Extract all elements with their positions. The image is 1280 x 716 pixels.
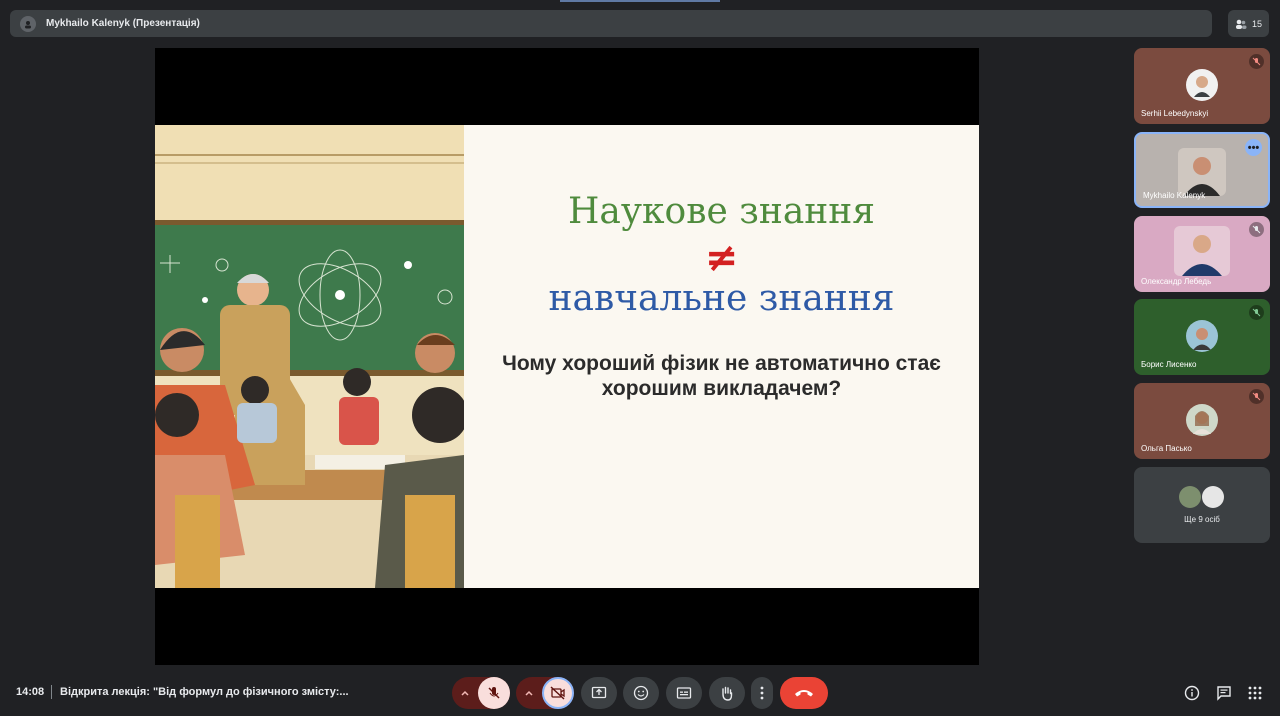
- people-icon: [1235, 19, 1247, 29]
- participant-name: Борис Лисенко: [1141, 360, 1197, 369]
- chat-button[interactable]: [1215, 684, 1233, 702]
- screen-share-indicator: [560, 0, 720, 2]
- participant-tile[interactable]: Serhii Lebedynskyi: [1134, 48, 1270, 124]
- hand-icon: [722, 686, 733, 701]
- info-icon: [1184, 685, 1200, 701]
- video-feed: [1178, 148, 1226, 196]
- slide-question: Чому хороший фізик не автоматично стає х…: [502, 352, 941, 400]
- presenter-avatar: [20, 15, 36, 32]
- camera-toggle-button[interactable]: [542, 677, 574, 709]
- participant-tile-active[interactable]: ••• Mykhailo Kalenyk: [1134, 132, 1270, 208]
- participant-tile[interactable]: Ольга Пасько: [1134, 383, 1270, 459]
- avatar: [1179, 486, 1201, 508]
- more-participants-tile[interactable]: Ще 9 осіб: [1134, 467, 1270, 543]
- present-screen-icon: [591, 686, 607, 699]
- participant-name: Mykhailo Kalenyk: [1143, 191, 1206, 200]
- presenter-title: Mykhailo Kalenyk (Презентація): [46, 18, 200, 29]
- avatar: [1202, 486, 1224, 508]
- chevron-up-icon: [525, 690, 533, 696]
- meeting-info-button[interactable]: [1183, 684, 1201, 702]
- activities-button[interactable]: [1246, 684, 1264, 702]
- bottom-bar: 14:08 Відкрита лекція: "Від формул до фі…: [0, 670, 1280, 716]
- participant-tile[interactable]: Борис Лисенко: [1134, 299, 1270, 375]
- presentation-header: Mykhailo Kalenyk (Презентація): [10, 10, 1212, 37]
- participant-count: 15: [1251, 18, 1262, 29]
- clock: 14:08: [16, 686, 45, 698]
- mic-off-icon: [488, 687, 500, 699]
- captions-icon: [676, 687, 692, 699]
- participant-tile[interactable]: Олександр Лебедь: [1134, 216, 1270, 292]
- more-participants-label: Ще 9 осіб: [1184, 515, 1220, 524]
- chat-icon: [1217, 686, 1231, 701]
- more-options-button[interactable]: [751, 677, 773, 709]
- mic-off-icon: [1249, 54, 1264, 69]
- participant-name: Олександр Лебедь: [1141, 277, 1212, 286]
- participants-button[interactable]: 15: [1228, 10, 1269, 37]
- chevron-up-icon: [461, 690, 469, 696]
- reactions-button[interactable]: [623, 677, 659, 709]
- apps-grid-icon: [1248, 686, 1262, 700]
- emoji-icon: [633, 685, 649, 701]
- leave-call-button[interactable]: [780, 677, 828, 709]
- avatar: [1186, 320, 1218, 352]
- slide-text-area: Наукове знання ≠ навчальне знання Чому х…: [464, 125, 979, 588]
- slide: Наукове знання ≠ навчальне знання Чому х…: [155, 125, 979, 588]
- divider: [51, 685, 52, 699]
- captions-button[interactable]: [666, 677, 702, 709]
- slide-title-educational: навчальне знання: [548, 278, 895, 319]
- meeting-title: Відкрита лекція: "Від формул до фізичног…: [60, 686, 349, 698]
- present-button[interactable]: [581, 677, 617, 709]
- participant-name: Serhii Lebedynskyi: [1141, 109, 1209, 118]
- video-feed: [1174, 226, 1230, 276]
- mic-toggle-button[interactable]: [478, 677, 510, 709]
- presentation-stage: Наукове знання ≠ навчальне знання Чому х…: [155, 48, 979, 665]
- more-vert-icon: [760, 686, 764, 700]
- avatar: [1186, 69, 1218, 101]
- more-options-icon[interactable]: •••: [1245, 139, 1262, 156]
- not-equal-sign: ≠: [704, 235, 739, 281]
- mic-off-icon: [1249, 305, 1264, 320]
- classroom-illustration: [155, 125, 464, 588]
- classroom-illustration-drawing: [155, 125, 464, 588]
- hang-up-icon: [795, 690, 813, 697]
- camera-off-icon: [550, 686, 565, 700]
- raise-hand-button[interactable]: [709, 677, 745, 709]
- slide-title-scientific: Наукове знання: [567, 191, 876, 232]
- mic-off-icon: [1249, 222, 1264, 237]
- mic-off-icon: [1249, 389, 1264, 404]
- presenter-icon: [25, 20, 31, 28]
- avatar: [1186, 404, 1218, 436]
- participant-name: Ольга Пасько: [1141, 444, 1192, 453]
